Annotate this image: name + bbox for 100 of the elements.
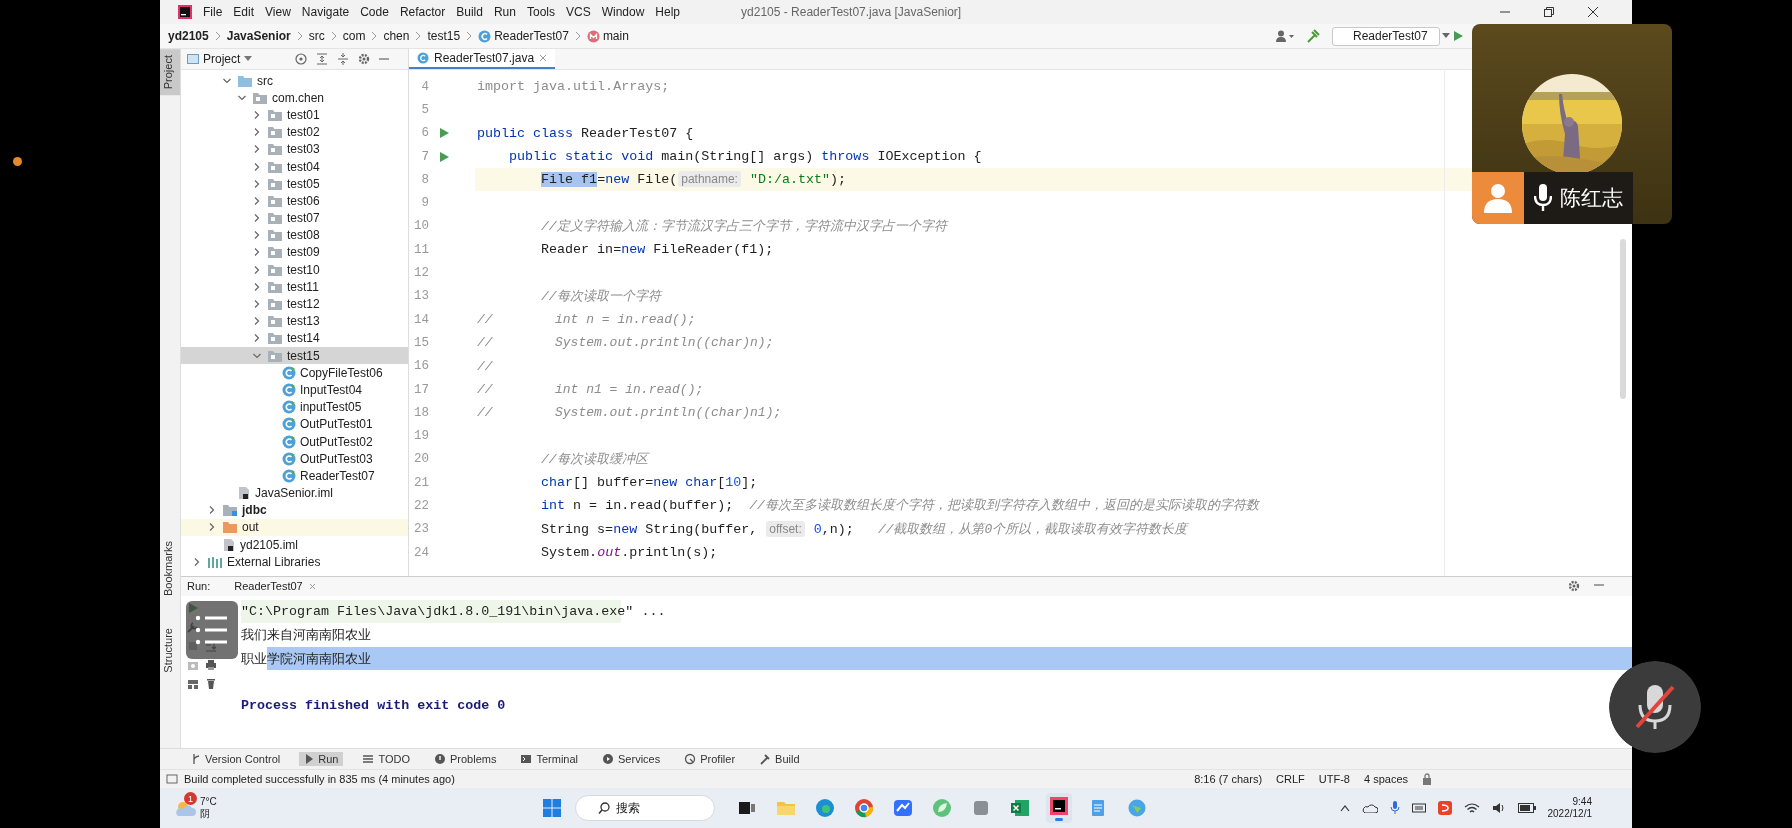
console-line: 我们来自河南南阳农业 — [241, 626, 372, 645]
code-line: System.out.println(s); — [540, 543, 719, 562]
line-number: 23 — [413, 522, 429, 537]
window-title: yd2105 - ReaderTest07.java [JavaSenior] — [741, 5, 962, 19]
tool-window-button[interactable]: Services — [597, 752, 666, 766]
code-line: //每次读取一个字符 — [540, 287, 664, 306]
tool-window-button[interactable]: Profiler — [679, 752, 741, 766]
code-line: public class ReaderTest07 { — [476, 124, 695, 143]
tree-item[interactable]: OutPutTest02 — [181, 432, 408, 451]
breadcrumb[interactable]: ReaderTest07 — [478, 29, 569, 43]
tree-item[interactable]: OutPutTest01 — [181, 415, 408, 433]
breadcrumb[interactable]: com — [342, 29, 366, 43]
encoding[interactable]: UTF-8 — [1318, 773, 1350, 785]
code-line: int n = in.read(buffer); //每次至多读取数组长度个字符，把读取到字符存入数组中，返回的是实际读取的字符数 — [540, 497, 1261, 516]
line-number: 13 — [413, 289, 429, 304]
menu-item[interactable]: Build — [456, 5, 483, 19]
tree-item[interactable]: JavaSenior.iml — [181, 484, 408, 502]
tree-item[interactable]: test14 — [181, 329, 408, 347]
tree-item[interactable]: test12 — [181, 295, 408, 313]
tree-item[interactable]: test07 — [181, 209, 408, 227]
menu-item[interactable]: VCS — [565, 5, 591, 19]
code-line: //定义字符输入流：字节流汉字占三个字节，字符流中汉字占一个字符 — [540, 217, 950, 236]
tree-item[interactable]: test01 — [181, 106, 408, 124]
menu-item[interactable]: Help — [655, 5, 681, 19]
tree-item[interactable]: com.chen — [181, 89, 408, 107]
code-line: public static void main(String[] args) throws IOException { — [508, 147, 983, 166]
breadcrumb[interactable]: chen — [383, 29, 410, 43]
tool-window-button[interactable]: Problems — [429, 752, 502, 766]
run-tab[interactable]: ReaderTest07 — [220, 580, 316, 593]
tree-item[interactable]: test04 — [181, 157, 408, 176]
tree-item[interactable]: out — [181, 518, 408, 537]
tool-window-button[interactable]: Run — [299, 752, 344, 766]
tree-item[interactable]: CopyFileTest06 — [181, 364, 408, 382]
menu-item[interactable]: Navigate — [301, 5, 350, 19]
tree-item[interactable]: yd2105.iml — [181, 536, 408, 554]
tree-item[interactable]: test13 — [181, 312, 408, 330]
menu-item[interactable]: View — [265, 5, 291, 19]
cursor-position[interactable]: 8:16 (7 chars) — [1194, 773, 1263, 785]
search-field[interactable]: 搜索 — [574, 795, 715, 821]
breadcrumb[interactable]: test15 — [427, 29, 461, 43]
menu-item[interactable]: Run — [493, 5, 516, 19]
status-message: Build completed successfully in 835 ms (4 minutes ago) — [184, 773, 455, 785]
line-number: 7 — [420, 149, 429, 164]
console-line: 职业学院河南南阳农业 — [241, 647, 1632, 671]
tree-item[interactable]: InputTest04 — [181, 381, 408, 399]
line-number: 19 — [413, 429, 429, 444]
breadcrumb[interactable]: src — [308, 29, 325, 43]
side-tab[interactable]: Bookmarks — [160, 535, 180, 603]
tool-window-button[interactable]: Version Control — [186, 752, 286, 766]
code-line: // System.out.println((char)n); — [476, 334, 775, 353]
tree-item[interactable]: src — [181, 72, 408, 90]
menu-item[interactable]: Window — [601, 5, 645, 19]
temperature: 7°C — [200, 796, 217, 808]
tree-item[interactable]: test09 — [181, 243, 408, 262]
tree-item[interactable]: External Libraries — [181, 553, 408, 571]
tree-item[interactable]: OutPutTest03 — [181, 450, 408, 468]
side-tab[interactable]: Structure — [160, 622, 180, 679]
clock-date[interactable]: 2022/12/1 — [1547, 808, 1592, 820]
tree-item[interactable]: ReaderTest07 — [181, 467, 408, 485]
menu-item[interactable]: File — [203, 5, 223, 19]
tree-item[interactable]: test15 — [181, 347, 408, 365]
tool-window-button[interactable]: TODO — [357, 752, 415, 766]
tree-item[interactable]: test06 — [181, 192, 408, 210]
line-number: 4 — [420, 79, 429, 94]
line-number: 6 — [420, 126, 429, 141]
tool-window-button[interactable]: Build — [754, 752, 805, 766]
tree-item[interactable]: inputTest05 — [181, 398, 408, 416]
side-tab[interactable]: Project — [160, 49, 180, 96]
code-line: // int n1 = in.read(); — [476, 380, 705, 399]
clock-time[interactable]: 9:44 — [1572, 796, 1592, 808]
line-number: 24 — [413, 545, 429, 560]
editor-tab[interactable]: ReaderTest07.java — [409, 49, 556, 69]
line-number: 18 — [413, 405, 429, 420]
notification-badge: 1 — [184, 792, 197, 805]
indent-setting[interactable]: 4 spaces — [1363, 773, 1408, 785]
tree-item[interactable]: jdbc — [181, 501, 408, 519]
menu-item[interactable]: Edit — [233, 5, 255, 19]
line-number: 12 — [413, 266, 429, 280]
line-number: 17 — [413, 382, 429, 397]
panel-title[interactable]: Project — [187, 52, 253, 66]
tree-item[interactable]: test08 — [181, 226, 408, 244]
line-number: 10 — [413, 219, 429, 234]
line-number: 15 — [413, 335, 429, 350]
tool-window-button[interactable]: Terminal — [515, 752, 584, 766]
code-line: // int n = in.read(); — [476, 310, 697, 329]
line-number: 8 — [420, 172, 429, 187]
menu-item[interactable]: Tools — [526, 5, 555, 19]
panel-title: Run: — [187, 580, 211, 593]
tree-item[interactable]: test11 — [181, 278, 408, 296]
tree-item[interactable]: test03 — [181, 140, 408, 158]
line-ending[interactable]: CRLF — [1276, 773, 1305, 785]
menu-item[interactable]: Code — [360, 5, 389, 19]
line-number: 5 — [420, 102, 429, 117]
tree-item[interactable]: test05 — [181, 175, 408, 193]
tree-item[interactable]: test10 — [181, 261, 408, 279]
menu-item[interactable]: Refactor — [399, 5, 446, 19]
breadcrumb[interactable]: yd2105 — [168, 29, 209, 43]
tree-item[interactable]: test02 — [181, 123, 408, 141]
breadcrumb[interactable]: main — [586, 29, 629, 43]
breadcrumb[interactable]: JavaSenior — [226, 29, 291, 43]
